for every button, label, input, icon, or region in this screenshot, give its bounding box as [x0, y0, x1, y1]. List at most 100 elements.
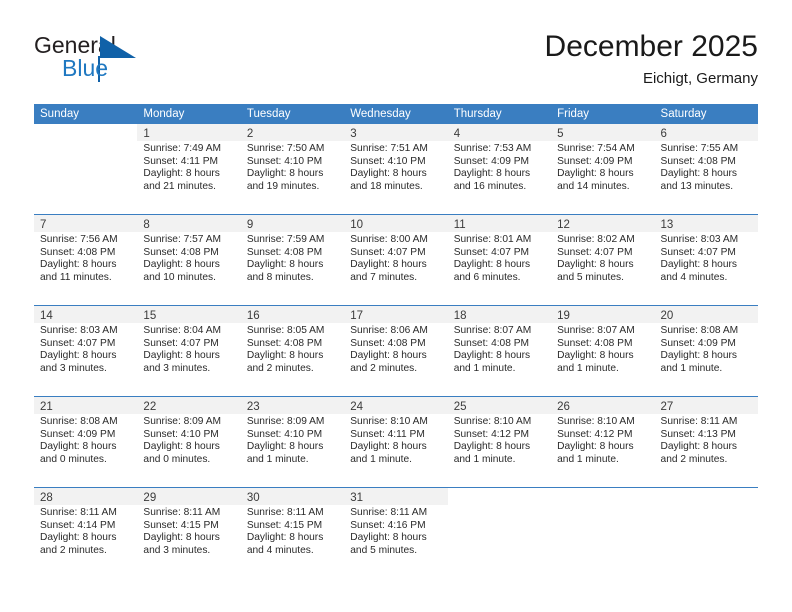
day-number: 22	[143, 401, 157, 413]
calendar-day-cell[interactable]: 23 Sunrise: 8:09 AM Sunset: 4:10 PM Dayligh…	[240, 396, 345, 488]
sunrise-text: Sunrise: 7:50 AM	[246, 143, 325, 154]
calendar-day-cell[interactable]: 26 Sunrise: 8:10 AM Sunset: 4:12 PM Dayligh…	[551, 396, 655, 488]
sunset-text: Sunset: 4:07 PM	[557, 246, 633, 258]
sunset-text: Sunset: 4:10 PM	[143, 428, 219, 440]
daylight-text-line2: and 0 minutes.	[40, 453, 107, 465]
calendar-week-row: 28 Sunrise: 8:11 AM Sunset: 4:14 PM Dayligh…	[34, 487, 758, 578]
day-number: 14	[40, 310, 53, 322]
day-sun-info: Sunrise: 7:50 AM Sunset: 4:10 PM Daylight:…	[241, 141, 344, 193]
calendar-day-cell[interactable]: 15 Sunrise: 8:04 AM Sunset: 4:07 PM Dayligh…	[137, 305, 241, 397]
day-cell-inner: 8 Sunrise: 7:57 AM Sunset: 4:08 PM Daylight…	[137, 215, 241, 305]
day-sun-info: Sunrise: 8:08 AM Sunset: 4:09 PM Daylight:…	[34, 414, 137, 466]
day-number: 9	[246, 219, 254, 231]
day-number: 10	[350, 219, 364, 231]
day-cell-inner: 12 Sunrise: 8:02 AM Sunset: 4:07 PM Dayligh…	[551, 215, 655, 305]
calendar-day-cell[interactable]: 1 Sunrise: 7:49 AM Sunset: 4:11 PM Daylight…	[137, 124, 241, 215]
sunrise-text: Sunrise: 8:05 AM	[246, 325, 325, 336]
calendar-day-cell[interactable]: 17 Sunrise: 8:06 AM Sunset: 4:08 PM Dayligh…	[344, 305, 448, 397]
calendar-day-cell[interactable]: 19 Sunrise: 8:07 AM Sunset: 4:08 PM Dayligh…	[551, 305, 655, 397]
day-number: 19	[557, 310, 570, 322]
calendar-day-cell[interactable]: 27 Sunrise: 8:11 AM Sunset: 4:13 PM Dayligh…	[654, 396, 758, 488]
daylight-text-line2: and 18 minutes.	[350, 180, 423, 192]
day-number-band: 16	[240, 306, 345, 323]
calendar-day-cell[interactable]: 18 Sunrise: 8:07 AM Sunset: 4:08 PM Dayligh…	[447, 305, 552, 397]
calendar-day-cell[interactable]: 28 Sunrise: 8:11 AM Sunset: 4:14 PM Dayligh…	[34, 487, 138, 578]
day-sun-info: Sunrise: 8:03 AM Sunset: 4:07 PM Daylight:…	[34, 323, 137, 375]
calendar-day-cell[interactable]: 29 Sunrise: 8:11 AM Sunset: 4:15 PM Dayligh…	[137, 487, 241, 578]
calendar-table: Sunday Monday Tuesday Wednesday Thursday Frid…	[34, 104, 758, 578]
calendar-day-cell[interactable]: 3 Sunrise: 7:51 AM Sunset: 4:10 PM Daylight…	[344, 124, 448, 215]
calendar-day-cell[interactable]: 6 Sunrise: 7:55 AM Sunset: 4:08 PM Daylight…	[654, 124, 758, 215]
sunset-text: Sunset: 4:11 PM	[350, 428, 425, 440]
day-number: 12	[557, 219, 570, 231]
day-number-band: 21	[34, 397, 138, 414]
day-cell-inner: 17 Sunrise: 8:06 AM Sunset: 4:08 PM Dayligh…	[344, 306, 448, 396]
calendar-day-cell[interactable]: 22 Sunrise: 8:09 AM Sunset: 4:10 PM Dayligh…	[137, 396, 241, 488]
day-sun-info: Sunrise: 7:53 AM Sunset: 4:09 PM Daylight:…	[448, 141, 551, 193]
daylight-text-line2: and 11 minutes.	[40, 271, 112, 283]
calendar-day-cell[interactable]: 2 Sunrise: 7:50 AM Sunset: 4:10 PM Daylight…	[240, 124, 345, 215]
day-cell-inner: 30 Sunrise: 8:11 AM Sunset: 4:15 PM Dayligh…	[240, 488, 345, 578]
daylight-text-line1: Daylight: 8 hours	[350, 441, 427, 453]
calendar-day-cell[interactable]: 31 Sunrise: 8:11 AM Sunset: 4:16 PM Dayligh…	[344, 487, 448, 578]
day-number-band: 24	[344, 397, 448, 414]
day-sun-info: Sunrise: 8:11 AM Sunset: 4:15 PM Daylight:…	[137, 505, 240, 557]
calendar-day-cell[interactable]: 5 Sunrise: 7:54 AM Sunset: 4:09 PM Daylight…	[551, 124, 655, 215]
daylight-text-line2: and 2 minutes.	[350, 362, 418, 374]
daylight-text-line1: Daylight: 8 hours	[350, 532, 427, 544]
day-cell-inner: 3 Sunrise: 7:51 AM Sunset: 4:10 PM Daylight…	[344, 124, 448, 214]
daylight-text-line2: and 7 minutes.	[350, 271, 418, 283]
daylight-text-line2: and 5 minutes.	[350, 544, 418, 556]
weekday-header-row: Sunday Monday Tuesday Wednesday Thursday Frid…	[34, 104, 758, 124]
calendar-day-cell[interactable]: 14 Sunrise: 8:03 AM Sunset: 4:07 PM Dayligh…	[34, 305, 138, 397]
sunrise-text: Sunrise: 8:11 AM	[40, 507, 117, 518]
page-title: December 2025	[544, 30, 758, 63]
day-sun-info: Sunrise: 8:01 AM Sunset: 4:07 PM Daylight:…	[448, 232, 551, 284]
sunset-text: Sunset: 4:15 PM	[143, 519, 219, 531]
calendar-day-cell[interactable]: 4 Sunrise: 7:53 AM Sunset: 4:09 PM Daylight…	[447, 124, 552, 215]
daylight-text-line1: Daylight: 8 hours	[660, 168, 737, 180]
calendar-day-cell-empty	[34, 124, 138, 215]
daylight-text-line2: and 14 minutes.	[557, 180, 630, 192]
page-header: General Blue December 2025 Eichigt, Germ…	[34, 28, 758, 98]
sunrise-text: Sunrise: 7:54 AM	[557, 143, 635, 154]
sunrise-text: Sunrise: 8:08 AM	[660, 325, 739, 336]
calendar-day-cell[interactable]: 21 Sunrise: 8:08 AM Sunset: 4:09 PM Dayligh…	[34, 396, 138, 488]
day-number-band: 6	[654, 124, 758, 141]
day-cell-inner: 13 Sunrise: 8:03 AM Sunset: 4:07 PM Dayligh…	[654, 215, 758, 305]
brand-logo[interactable]: General Blue	[34, 32, 264, 90]
day-cell-inner: 14 Sunrise: 8:03 AM Sunset: 4:07 PM Dayligh…	[34, 306, 138, 396]
calendar-day-cell[interactable]: 24 Sunrise: 8:10 AM Sunset: 4:11 PM Dayligh…	[344, 396, 448, 488]
day-number: 5	[557, 128, 564, 140]
sunset-text: Sunset: 4:07 PM	[350, 246, 426, 258]
day-number: 24	[350, 401, 364, 413]
day-sun-info: Sunrise: 7:55 AM Sunset: 4:08 PM Daylight:…	[655, 141, 758, 193]
daylight-text-line1: Daylight: 8 hours	[453, 350, 531, 362]
day-number-band: 29	[137, 488, 241, 505]
calendar-day-cell[interactable]: 9 Sunrise: 7:59 AM Sunset: 4:08 PM Daylight…	[240, 214, 345, 306]
day-number-band: 9	[240, 215, 345, 232]
calendar-day-cell[interactable]: 20 Sunrise: 8:08 AM Sunset: 4:09 PM Dayligh…	[654, 305, 758, 397]
sunrise-text: Sunrise: 8:07 AM	[557, 325, 635, 336]
calendar-day-cell[interactable]: 11 Sunrise: 8:01 AM Sunset: 4:07 PM Dayligh…	[447, 214, 552, 306]
calendar-day-cell[interactable]: 7 Sunrise: 7:56 AM Sunset: 4:08 PM Daylight…	[34, 214, 138, 306]
day-number-band: 2	[240, 124, 345, 141]
daylight-text-line1: Daylight: 8 hours	[40, 350, 117, 362]
weekday-header-monday: Monday	[137, 104, 241, 124]
calendar-day-cell[interactable]: 12 Sunrise: 8:02 AM Sunset: 4:07 PM Dayligh…	[551, 214, 655, 306]
day-number-band: 4	[447, 124, 552, 141]
daylight-text-line2: and 2 minutes.	[660, 453, 728, 465]
day-number: 28	[40, 492, 53, 504]
calendar-day-cell[interactable]: 16 Sunrise: 8:05 AM Sunset: 4:08 PM Dayligh…	[240, 305, 345, 397]
title-block: December 2025 Eichigt, Germany	[545, 28, 758, 90]
calendar-day-cell[interactable]: 10 Sunrise: 8:00 AM Sunset: 4:07 PM Dayligh…	[344, 214, 448, 306]
daylight-text-line2: and 5 minutes.	[557, 271, 624, 283]
calendar-day-cell[interactable]: 30 Sunrise: 8:11 AM Sunset: 4:15 PM Dayligh…	[240, 487, 345, 578]
day-number-band: 26	[551, 397, 655, 414]
sunrise-text: Sunrise: 7:49 AM	[143, 143, 222, 154]
calendar-day-cell[interactable]: 8 Sunrise: 7:57 AM Sunset: 4:08 PM Daylight…	[137, 214, 241, 306]
day-number: 3	[350, 128, 357, 140]
calendar-day-cell[interactable]: 25 Sunrise: 8:10 AM Sunset: 4:12 PM Dayligh…	[447, 396, 552, 488]
daylight-text-line2: and 1 minute.	[246, 453, 309, 465]
calendar-day-cell[interactable]: 13 Sunrise: 8:03 AM Sunset: 4:07 PM Dayligh…	[654, 214, 758, 306]
